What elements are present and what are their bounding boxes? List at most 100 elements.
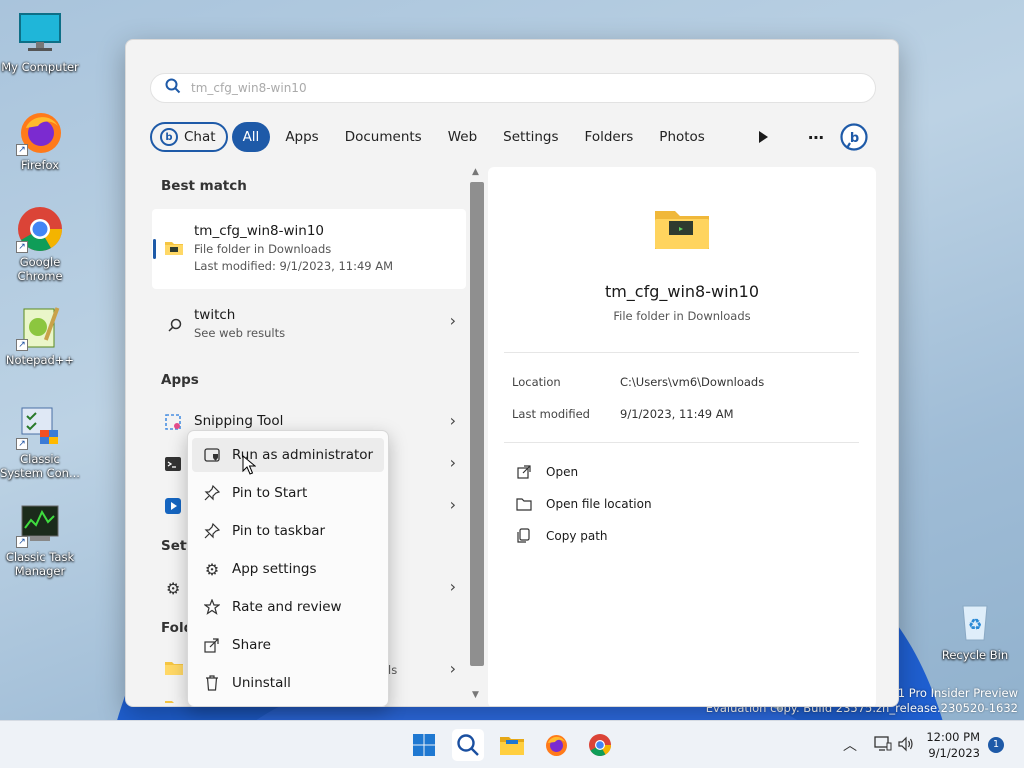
desktop-icon-label: Firefox [20,158,60,172]
desktop-icon-label: Classic Task Manager [5,550,75,578]
desktop-icon-chrome[interactable]: ↗ Google Chrome [0,205,80,283]
preview-divider [504,352,859,353]
more-options-button[interactable]: ⋯ [804,124,828,150]
best-match-title: tm_cfg_win8-win10 [194,223,325,239]
tab-folders[interactable]: Folders [574,122,645,152]
chevron-right-icon[interactable]: › [450,411,456,430]
recycle-bin-icon: ♻ [951,598,999,646]
ellipsis-icon: ⋯ [808,127,824,147]
windows-logo-icon [413,734,435,756]
menu-item-label: Rate and review [232,599,342,615]
os-watermark-line1: 11 Pro Insider Preview [890,686,1018,700]
notification-badge[interactable]: 1 [988,737,1004,753]
menu-item-label: Pin to taskbar [232,523,326,539]
web-result-item[interactable]: twitch See web results › [152,301,466,347]
chevron-right-icon[interactable]: › [450,453,456,472]
tab-all[interactable]: All [231,122,271,152]
volume-icon[interactable] [898,736,914,756]
tab-documents[interactable]: Documents [334,122,433,152]
gear-icon: ⚙ [166,579,181,598]
chevron-right-icon[interactable]: › [450,495,456,514]
desktop-icon-notepadpp[interactable]: ↗ Notepad++ [0,303,80,367]
folder-outline-icon [516,496,532,512]
tab-chat[interactable]: b Chat [150,122,228,152]
bing-button[interactable]: b [838,121,870,153]
media-player-icon [164,497,182,519]
scrollbar-thumb[interactable] [470,182,484,666]
open-icon [516,464,532,480]
network-icon[interactable] [874,736,892,756]
menu-item-label: Uninstall [232,675,291,691]
chevron-right-icon[interactable]: › [450,311,456,330]
chrome-icon [589,734,611,756]
menu-item-share[interactable]: Share [192,628,384,662]
system-clock[interactable]: 12:00 PM 9/1/2023 [926,729,980,761]
desktop-icon-classic-task-manager[interactable]: ↗ Classic Task Manager [0,500,80,578]
taskbar-file-explorer[interactable] [496,729,528,761]
menu-item-rate-and-review[interactable]: Rate and review [192,590,384,624]
desktop-icon-label: Google Chrome [17,255,63,283]
selection-indicator [153,239,156,259]
action-label: Open [546,465,579,479]
action-open-file-location[interactable]: Open file location [516,494,652,514]
menu-item-pin-to-taskbar[interactable]: Pin to taskbar [192,514,384,548]
preview-title: tm_cfg_win8-win10 [604,282,760,301]
control-panel-icon: ↗ [16,402,64,450]
tab-photos[interactable]: Photos [648,122,716,152]
results-scrollbar[interactable]: ▲ ▼ [469,167,485,706]
context-menu: Run as administrator Pin to Start Pin to… [187,430,389,707]
desktop-icon-classic-system-control[interactable]: ↗ Classic System Con... [0,402,80,480]
action-open[interactable]: Open [516,462,578,482]
search-box[interactable] [150,73,876,103]
start-button[interactable] [408,729,440,761]
pin-icon [202,483,222,503]
desktop-icon-firefox[interactable]: ↗ Firefox [0,108,80,172]
scroll-up-arrow[interactable]: ▲ [472,167,479,177]
tab-web[interactable]: Web [437,122,488,152]
menu-item-app-settings[interactable]: ⚙ App settings [192,552,384,586]
tab-label: Chat [184,129,216,145]
preview-pane: tm_cfg_win8-win10 File folder in Downloa… [488,167,876,706]
menu-item-pin-to-start[interactable]: Pin to Start [192,476,384,510]
snipping-tool-icon [164,413,182,435]
show-hidden-icons-button[interactable]: ︿ [843,735,857,755]
tab-apps[interactable]: Apps [274,122,329,152]
search-input[interactable] [191,81,831,95]
preview-type: File folder in Downloads [613,309,751,323]
menu-item-label: Share [232,637,271,653]
modified-value: 9/1/2023, 11:49 AM [620,407,734,421]
menu-item-label: Pin to Start [232,485,308,501]
trash-icon [202,673,222,693]
app-title: Snipping Tool [194,413,284,429]
best-match-item[interactable]: tm_cfg_win8-win10 File folder in Downloa… [152,209,466,289]
taskbar-firefox[interactable] [540,729,572,761]
menu-item-uninstall[interactable]: Uninstall [192,666,384,700]
menu-item-label: App settings [232,561,317,577]
taskbar-search-button[interactable] [452,729,484,761]
clock-time: 12:00 PM [926,730,980,744]
web-result-sub: See web results [194,326,286,340]
desktop-icon-recycle-bin[interactable]: ♻ Recycle Bin [935,598,1015,662]
location-label: Location [512,375,561,389]
folder-item-fragment: ls [388,663,398,677]
tab-settings[interactable]: Settings [492,122,569,152]
shortcut-arrow-icon: ↗ [16,339,28,351]
chevron-right-icon[interactable]: › [450,577,456,596]
desktop-icon-my-computer[interactable]: My Computer [0,10,80,74]
chevron-up-icon: ︿ [843,738,857,754]
action-copy-path[interactable]: Copy path [516,526,608,546]
best-match-heading: Best match [161,178,247,194]
folder-item-partial[interactable] [164,697,184,703]
shortcut-arrow-icon: ↗ [16,241,28,253]
firefox-icon: ↗ [16,108,64,156]
large-folder-icon [653,205,711,255]
clock-date: 9/1/2023 [928,746,980,760]
copy-icon [516,528,532,544]
taskbar-chrome[interactable] [584,729,616,761]
action-label: Copy path [546,529,608,543]
monitor-icon [16,10,64,58]
menu-item-run-as-administrator[interactable]: Run as administrator [192,438,384,472]
chevron-right-icon[interactable]: › [450,659,456,678]
more-tabs-button[interactable] [751,124,775,150]
scroll-down-arrow[interactable]: ▼ [472,690,479,700]
